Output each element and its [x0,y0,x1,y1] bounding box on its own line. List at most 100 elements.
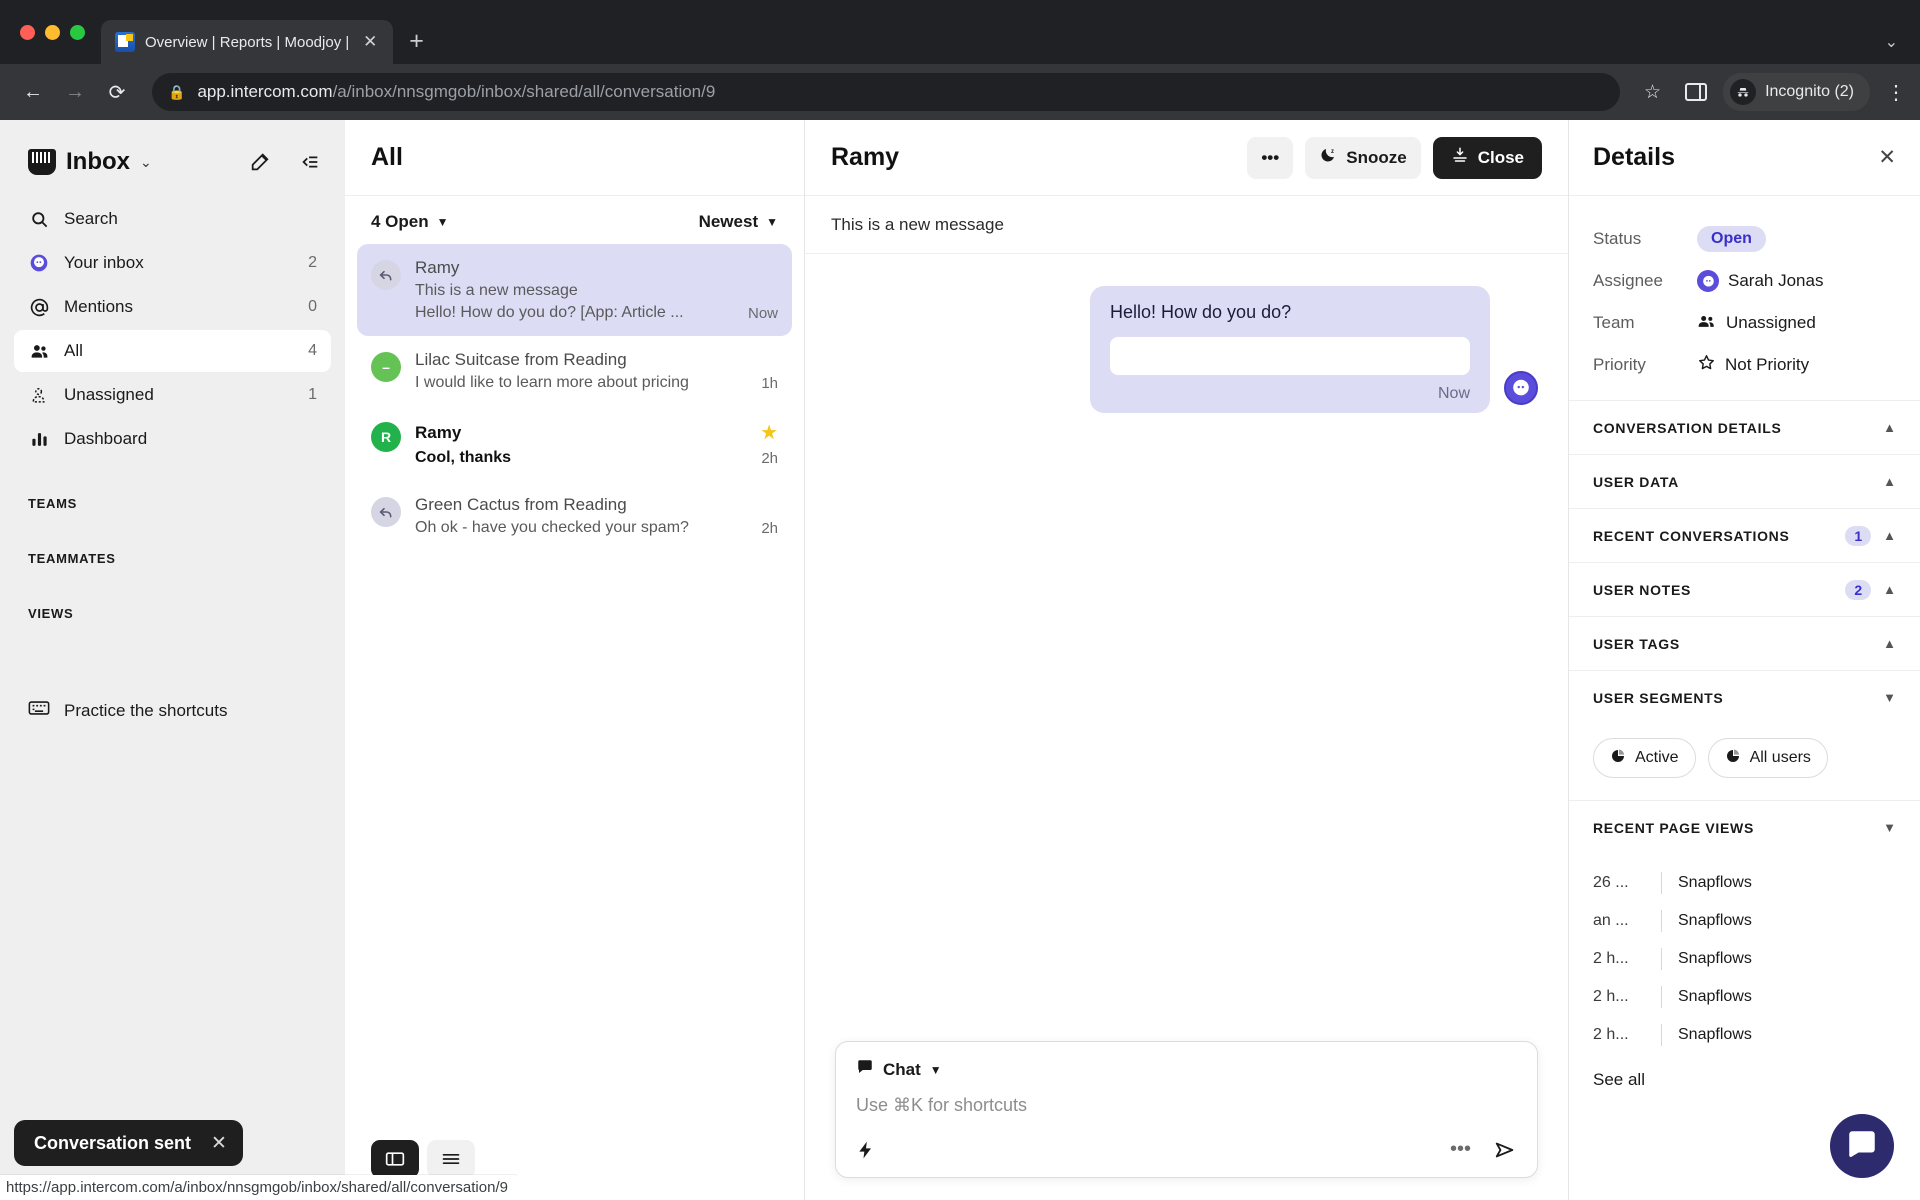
page-view-name: Snapflows [1678,988,1752,1005]
chevron-down-icon[interactable]: ⌄ [140,154,152,171]
section-label: RECENT PAGE VIEWS [1593,819,1754,836]
ellipsis-icon[interactable]: ••• [1450,1138,1471,1161]
detail-value[interactable]: Unassigned [1697,312,1816,335]
conversation-row-top: Ramy [415,258,778,278]
practice-shortcuts-item[interactable]: Practice the shortcuts [0,699,345,722]
detail-value[interactable]: Not Priority [1697,353,1809,377]
divider [1661,910,1662,932]
conversation-list-item[interactable]: Green Cactus from Reading Oh ok - have y… [357,481,792,551]
chevron-up-icon: ▲ [1883,582,1896,597]
detail-key: Priority [1593,355,1646,374]
close-icon[interactable]: ✕ [211,1132,227,1155]
message-embedded-field[interactable] [1110,337,1470,375]
team-name: Unassigned [1726,313,1816,332]
star-icon[interactable]: ★ [760,420,778,445]
segment-chip-active[interactable]: Active [1593,738,1696,778]
list-view-toggle[interactable] [427,1140,475,1178]
address-bar[interactable]: 🔒 app.intercom.com/a/inbox/nnsgmgob/inbo… [152,73,1621,111]
sidebar-item-unassigned[interactable]: Unassigned 1 [14,374,331,416]
browser-menu-icon[interactable]: ⋮ [1886,80,1906,105]
conversation-list-title: All [371,143,403,171]
detail-row-status: Status Open [1593,218,1896,260]
composer-mode-dropdown[interactable]: Chat ▼ [856,1058,942,1081]
divider [1661,986,1662,1008]
conversation-time: 2h [761,520,778,537]
lightning-icon[interactable] [856,1139,876,1161]
snooze-button[interactable]: z Snooze [1305,136,1421,179]
see-all-link[interactable]: See all [1569,1060,1920,1090]
tab-close-icon[interactable]: ✕ [359,32,381,52]
details-section-user-tags[interactable]: USER TAGS ▲ [1569,616,1920,670]
browser-tab[interactable]: Overview | Reports | Moodjoy | ✕ [101,20,394,64]
sidebar-item-search[interactable]: Search [14,198,331,240]
assignee-name: Sarah Jonas [1728,271,1824,290]
composer-input[interactable]: Use ⌘K for shortcuts [836,1085,1537,1132]
sidebar: Inbox ⌄ Search Your inbox 2 Mentions 0 A… [0,120,345,1200]
conversation-row-bottom: I would like to learn more about pricing… [415,370,778,392]
close-icon[interactable]: ✕ [1878,145,1896,170]
sidebar-label: Your inbox [64,253,144,272]
page-view-row[interactable]: 2 h... Snapflows [1593,940,1896,978]
conversation-body: Lilac Suitcase from Reading I would like… [415,350,778,392]
sidebar-item-your-inbox[interactable]: Your inbox 2 [14,242,331,284]
sidebar-item-dashboard[interactable]: Dashboard [14,418,331,460]
conversation-line2: Oh ok - have you checked your spam? [415,519,689,536]
intercom-messenger-icon [1845,1127,1879,1166]
svg-text:z: z [1331,149,1334,155]
bookmark-star-icon[interactable]: ☆ [1644,81,1661,104]
detail-value[interactable]: Sarah Jonas [1697,270,1823,292]
forward-button[interactable]: → [56,73,94,111]
segment-chip-all-users[interactable]: All users [1707,738,1828,778]
sort-filter-dropdown[interactable]: Newest ▼ [699,212,778,232]
ellipsis-icon: ••• [1261,147,1280,167]
page-view-row[interactable]: 26 ... Snapflows [1593,864,1896,902]
conversation-list-item[interactable]: R Ramy ★ Cool, thanks 2h [357,406,792,481]
conversation-list-item[interactable]: – Lilac Suitcase from Reading I would li… [357,336,792,406]
intercom-face-icon [1504,371,1538,405]
conversation-time: Now [747,305,778,322]
page-view-row[interactable]: an ... Snapflows [1593,902,1896,940]
profile-label: Incognito (2) [1765,83,1854,100]
collapse-panel-icon[interactable] [299,151,321,173]
user-segments-chips: Active All users [1569,724,1920,800]
more-actions-button[interactable]: ••• [1247,136,1294,179]
details-section-user-segments[interactable]: USER SEGMENTS ▼ [1569,670,1920,724]
compose-icon[interactable] [249,151,271,173]
details-section-recent-conversations[interactable]: RECENT CONVERSATIONS 1 ▲ [1569,508,1920,562]
split-view-toggle[interactable] [371,1140,419,1178]
details-section-user-notes[interactable]: USER NOTES 2 ▲ [1569,562,1920,616]
team-icon [1697,312,1717,335]
messenger-launcher-button[interactable] [1830,1114,1894,1178]
sidebar-item-all[interactable]: All 4 [14,330,331,372]
section-label: USER SEGMENTS [1593,689,1724,706]
page-view-row[interactable]: 2 h... Snapflows [1593,978,1896,1016]
tab-list-chevron-icon[interactable]: ⌄ [1885,32,1898,52]
section-badge: 1 [1845,525,1872,546]
close-conversation-button[interactable]: Close [1432,136,1542,179]
minimize-window-button[interactable] [45,24,60,40]
maximize-window-button[interactable] [70,24,85,40]
conversation-list-item[interactable]: Ramy This is a new message Hello! How do… [357,244,792,336]
details-section-conversation-details[interactable]: CONVERSATION DETAILS ▲ [1569,400,1920,454]
page-view-row[interactable]: 2 h... Snapflows [1593,1016,1896,1054]
close-window-button[interactable] [20,24,35,40]
detail-key: Team [1593,313,1635,332]
sidebar-item-mentions[interactable]: Mentions 0 [14,286,331,328]
reload-button[interactable]: ⟳ [98,73,136,111]
side-panel-icon[interactable] [1685,83,1708,101]
send-icon[interactable] [1493,1139,1517,1161]
details-body: Status Open Assignee Sarah Jonas Team Un… [1569,196,1920,1200]
divider [1661,872,1662,894]
view-toggle-group [371,1140,475,1178]
practice-shortcuts-label: Practice the shortcuts [64,700,228,720]
sidebar-label: Dashboard [64,429,148,448]
conversation-name: Ramy [415,422,462,442]
back-button[interactable]: ← [14,73,52,111]
moon-icon: z [1319,146,1337,169]
status-filter-dropdown[interactable]: 4 Open ▼ [371,212,449,232]
status-badge[interactable]: Open [1697,226,1766,252]
profile-chip[interactable]: Incognito (2) [1723,73,1870,111]
details-section-recent-page-views[interactable]: RECENT PAGE VIEWS ▼ [1569,800,1920,854]
details-section-user-data[interactable]: USER DATA ▲ [1569,454,1920,508]
new-tab-button[interactable]: + [409,27,424,56]
